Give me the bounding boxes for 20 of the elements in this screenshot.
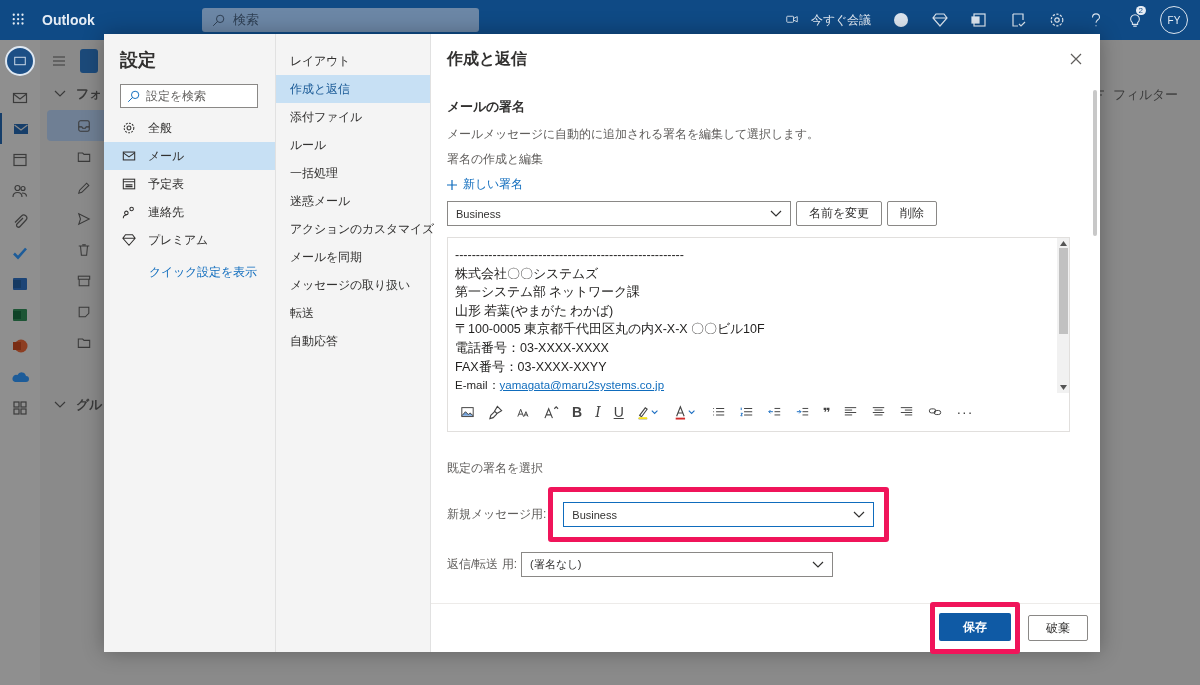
field-label: 新規メッセージ用:: [447, 506, 547, 523]
field-label: 既定の署名を選択: [447, 460, 544, 477]
signature-line: 第一システム部 ネットワーク課: [455, 284, 642, 302]
field-label: 署名の作成と編集: [447, 151, 544, 168]
field-label: 返信/転送 用:: [447, 556, 517, 573]
settings-title: 設定: [120, 49, 157, 72]
signature-line: -------------------------------------------------------: [455, 247, 685, 264]
section-title: メールの署名: [447, 98, 526, 116]
folder-heading: グル: [76, 396, 102, 414]
signature-line: 電話番号：03-XXXX-XXXX: [455, 339, 610, 357]
folder-heading: フォ: [76, 85, 102, 103]
email-label: E-mail：: [455, 379, 500, 392]
signature-line: 山形 若葉(やまがた わかば): [455, 302, 615, 320]
app-title: Outlook: [42, 12, 96, 28]
signature-line: 〒100-0005 東京都千代田区丸の内X-X-X 〇〇ビル10F: [455, 321, 766, 339]
signature-line: FAX番号：03-XXXX-XXYY: [455, 358, 608, 376]
notification-badge: 2: [1135, 6, 1146, 15]
dialog-title: 作成と返信: [447, 48, 527, 69]
section-description: メールメッセージに自動的に追加される署名を編集して選択します。: [447, 126, 820, 143]
signature-line: 株式会社〇〇システムズ: [455, 265, 599, 283]
